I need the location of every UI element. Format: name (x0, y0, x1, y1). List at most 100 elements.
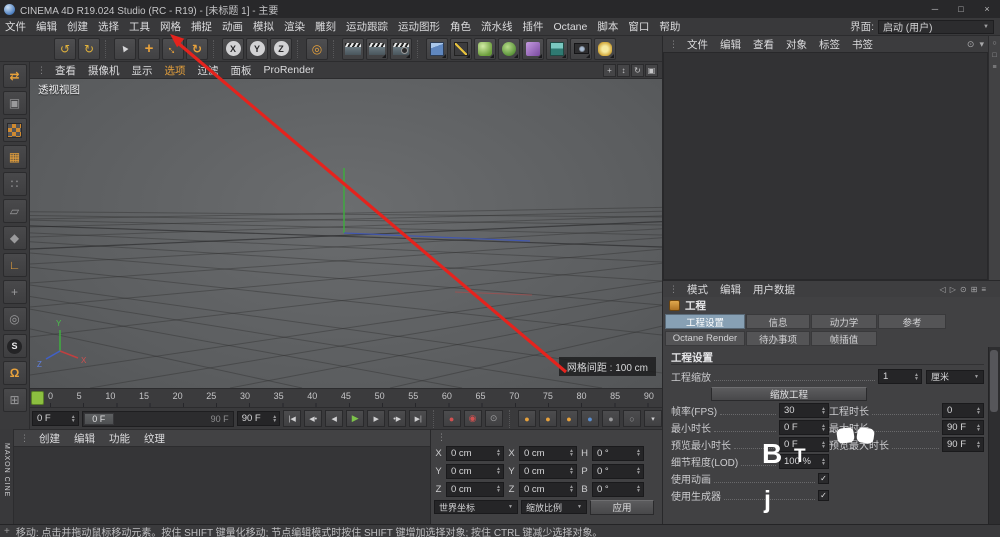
pos-y-field[interactable]: 0 cm ▲ ▼ (446, 463, 504, 479)
playback-options-button[interactable]: ▾ (644, 410, 663, 427)
stepper-icon[interactable]: ▲ ▼ (976, 440, 981, 449)
list-icon[interactable]: ≡ (992, 64, 996, 71)
prev-frame-button[interactable]: ◀ (325, 410, 344, 427)
edges-mode-button[interactable]: ▱ (2, 199, 27, 223)
pos-z-field[interactable]: 0 cm ▲ ▼ (446, 481, 504, 497)
menu-motion-tracker[interactable]: 运动跟踪 (341, 18, 393, 35)
viewport-menu-filter[interactable]: 过滤 (192, 63, 225, 78)
viewport-menu-display[interactable]: 显示 (126, 63, 159, 78)
menu-script[interactable]: 脚本 (592, 18, 623, 35)
viewport-canvas[interactable]: Y X Z 透视视图 网格间距 : 100 cm (30, 79, 662, 388)
solo-button[interactable]: ○ (623, 410, 642, 427)
viewport-menu-panel[interactable]: 面板 (225, 63, 258, 78)
menu-character[interactable]: 角色 (445, 18, 476, 35)
lod-field[interactable]: 100 % ▲ ▼ (779, 454, 829, 469)
end-frame-field[interactable]: 90 F ▲ ▼ (236, 411, 281, 426)
start-frame-field[interactable]: 0 F ▲ ▼ (32, 411, 79, 426)
viewport-solo-button[interactable]: ◎ (2, 307, 27, 331)
stepper-icon[interactable]: ▲ ▼ (914, 372, 919, 381)
stepper-icon[interactable]: ▲ ▼ (272, 414, 277, 423)
size-x-field[interactable]: 0 cm ▲ ▼ (519, 445, 577, 461)
menu-plugins[interactable]: 插件 (518, 18, 549, 35)
om-menu-objects[interactable]: 对象 (780, 37, 813, 52)
slider-handle[interactable]: 0 F (83, 412, 114, 425)
search-icon[interactable]: ⊙ (967, 39, 975, 50)
menu-octane[interactable]: Octane (549, 18, 593, 35)
scrollbar-thumb[interactable] (990, 350, 998, 412)
om-menu-edit[interactable]: 编辑 (714, 37, 747, 52)
om-menu-tags[interactable]: 标签 (813, 37, 846, 52)
record-position-toggle[interactable]: ● (518, 410, 537, 427)
rot-p-field[interactable]: 0 ° ▲ ▼ (592, 463, 644, 479)
undo-button[interactable]: ↺ (54, 37, 76, 60)
history-back-icon[interactable]: ◁ (940, 285, 946, 294)
minimize-button[interactable]: ─ (922, 0, 948, 18)
rot-b-field[interactable]: 0 ° ▲ ▼ (592, 481, 644, 497)
render-view-button[interactable] (342, 37, 364, 60)
light-button[interactable] (594, 37, 616, 60)
viewport-menu-view[interactable]: 查看 (49, 63, 82, 78)
layer-square-icon[interactable]: □ (992, 52, 996, 59)
stepper-icon[interactable]: ▲ ▼ (569, 449, 574, 458)
add-cube-button[interactable] (426, 37, 448, 60)
preview-max-field[interactable]: 90 F ▲ ▼ (942, 437, 984, 452)
texture-mode-button[interactable] (2, 118, 27, 142)
workplane-lock-button[interactable]: ⊞ (2, 388, 27, 412)
menu-help[interactable]: 帮助 (654, 18, 685, 35)
om-menu-bookmarks[interactable]: 书签 (846, 37, 879, 52)
rotate-tool-button[interactable]: ↻ (186, 37, 208, 60)
render-settings-button[interactable] (390, 37, 412, 60)
menu-mograph[interactable]: 运动图形 (393, 18, 445, 35)
y-axis-lock-button[interactable]: Y (246, 37, 268, 60)
play-button[interactable]: ▶ (346, 410, 365, 427)
axis-mode-button[interactable]: ∟ (2, 253, 27, 277)
stepper-icon[interactable]: ▲ ▼ (496, 449, 501, 458)
stepper-icon[interactable]: ▲ ▼ (821, 457, 826, 466)
tab-reference[interactable]: 参考 (878, 314, 946, 329)
interface-dropdown[interactable]: 启动 (用户) ▼ (878, 19, 994, 34)
model-mode-button[interactable]: ▣ (2, 91, 27, 115)
stepper-icon[interactable]: ▲ ▼ (976, 406, 981, 415)
attribute-scrollbar[interactable] (988, 347, 1000, 524)
visibility-dot-icon[interactable]: ○ (992, 40, 996, 47)
enable-axis-button[interactable]: + (2, 280, 27, 304)
live-selection-button[interactable]: ▲ (114, 37, 136, 60)
deformer-button[interactable] (522, 37, 544, 60)
menu-pipeline[interactable]: 流水线 (476, 18, 518, 35)
menu-file[interactable]: 文件 (0, 18, 31, 35)
render-picture-viewer-button[interactable] (366, 37, 388, 60)
record-pla-toggle[interactable]: ● (602, 410, 621, 427)
rotate-view-icon[interactable]: ↻ (631, 63, 644, 77)
x-axis-lock-button[interactable]: X (222, 37, 244, 60)
fps-field[interactable]: 30 ▲ ▼ (779, 403, 829, 418)
magnet-snap-button[interactable]: Ω (2, 361, 27, 385)
am-menu-edit[interactable]: 编辑 (714, 282, 747, 297)
timeline-slider[interactable]: 0 F 90 F (81, 410, 234, 427)
menu-animate[interactable]: 动画 (217, 18, 248, 35)
stepper-icon[interactable]: ▲ ▼ (569, 485, 574, 494)
tab-octane-render[interactable]: Octane Render (665, 331, 745, 346)
menu-snap[interactable]: 捕捉 (186, 18, 217, 35)
am-menu-userdata[interactable]: 用户数据 (747, 282, 801, 297)
am-menu-mode[interactable]: 模式 (681, 282, 714, 297)
om-menu-file[interactable]: 文件 (681, 37, 714, 52)
use-animation-checkbox[interactable]: ✓ (818, 473, 829, 484)
tab-info[interactable]: 信息 (746, 314, 810, 329)
keyframe-selection-button[interactable]: ⊙ (484, 410, 503, 427)
goto-start-button[interactable]: |◀ (283, 410, 302, 427)
preview-min-field[interactable]: 0 F ▲ ▼ (779, 437, 829, 452)
pan-view-icon[interactable]: + (603, 63, 616, 77)
prev-key-button[interactable]: ◀• (304, 410, 323, 427)
stepper-icon[interactable]: ▲ ▼ (71, 414, 76, 423)
scale-tool-button[interactable]: ↔ (162, 37, 184, 60)
scale-project-button[interactable]: 缩放工程 (711, 386, 867, 401)
move-tool-button[interactable]: + (138, 37, 160, 60)
menu-edit[interactable]: 编辑 (31, 18, 62, 35)
project-scale-unit-dropdown[interactable]: 厘米 ▼ (926, 369, 984, 384)
viewport-menu-cameras[interactable]: 摄像机 (82, 63, 126, 78)
menu-simulate[interactable]: 模拟 (248, 18, 279, 35)
z-axis-lock-button[interactable]: Z (270, 37, 292, 60)
stepper-icon[interactable]: ▲ ▼ (976, 423, 981, 432)
stepper-icon[interactable]: ▲ ▼ (636, 485, 641, 494)
goto-end-button[interactable]: ▶| (409, 410, 428, 427)
